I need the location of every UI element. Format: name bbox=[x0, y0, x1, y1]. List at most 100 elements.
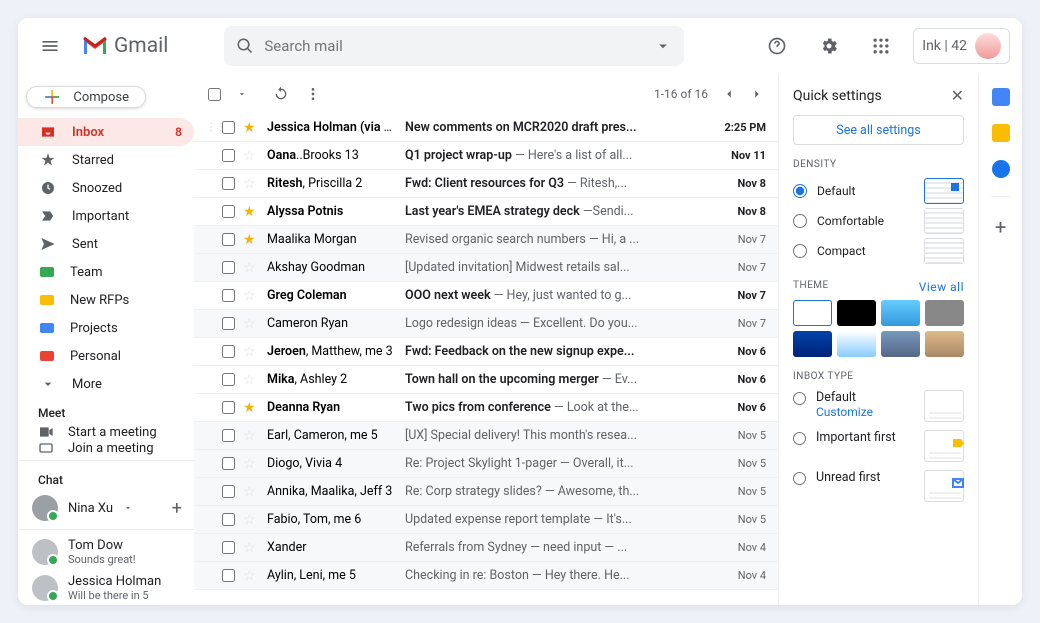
select-checkbox[interactable] bbox=[222, 121, 235, 134]
theme-swatch[interactable] bbox=[837, 300, 876, 326]
sidebar-item-personal[interactable]: Personal bbox=[18, 342, 194, 370]
chevron-down-icon[interactable] bbox=[654, 37, 672, 55]
theme-swatch[interactable] bbox=[881, 331, 920, 357]
star-icon[interactable]: ☆ bbox=[243, 260, 259, 276]
sidebar-item-sent[interactable]: Sent bbox=[18, 230, 194, 258]
inbox-type-option[interactable]: DefaultCustomize bbox=[793, 390, 964, 422]
radio[interactable] bbox=[793, 214, 807, 228]
chat-self[interactable]: Nina Xu + bbox=[18, 491, 194, 525]
sidebar-item-important[interactable]: Important bbox=[18, 202, 194, 230]
join-meeting[interactable]: Join a meeting bbox=[18, 440, 194, 456]
settings-gear-icon[interactable] bbox=[809, 26, 849, 66]
select-checkbox[interactable] bbox=[222, 429, 235, 442]
select-checkbox[interactable] bbox=[222, 345, 235, 358]
inbox-type-option[interactable]: Important first bbox=[793, 430, 964, 462]
add-addon-icon[interactable]: + bbox=[995, 215, 1006, 239]
chevron-down-icon[interactable] bbox=[123, 503, 133, 513]
theme-swatch[interactable] bbox=[793, 300, 832, 326]
theme-swatch[interactable] bbox=[793, 331, 832, 357]
select-checkbox[interactable] bbox=[222, 177, 235, 190]
theme-view-all[interactable]: View all bbox=[919, 280, 964, 294]
star-icon[interactable]: ☆ bbox=[243, 372, 259, 388]
select-checkbox[interactable] bbox=[222, 513, 235, 526]
star-icon[interactable]: ★ bbox=[243, 400, 259, 416]
chevron-left-icon[interactable] bbox=[722, 87, 736, 101]
search-input[interactable] bbox=[264, 37, 654, 55]
select-checkbox[interactable] bbox=[222, 485, 235, 498]
star-icon[interactable]: ☆ bbox=[243, 176, 259, 192]
main-menu-icon[interactable] bbox=[30, 26, 70, 66]
star-icon[interactable]: ★ bbox=[243, 204, 259, 220]
sidebar-item-projects[interactable]: Projects bbox=[18, 314, 194, 342]
radio[interactable] bbox=[793, 184, 807, 198]
search-bar[interactable] bbox=[224, 26, 684, 66]
message-row[interactable]: ★Maalika MorganRevised organic search nu… bbox=[194, 226, 778, 254]
sidebar-item-team[interactable]: Team bbox=[18, 258, 194, 286]
close-icon[interactable]: ✕ bbox=[951, 86, 964, 105]
sidebar-item-more[interactable]: More bbox=[18, 370, 194, 398]
select-checkbox[interactable] bbox=[222, 541, 235, 554]
message-row[interactable]: ★Deanna RyanTwo pics from conference — L… bbox=[194, 394, 778, 422]
star-icon[interactable]: ☆ bbox=[243, 568, 259, 584]
select-checkbox[interactable] bbox=[222, 289, 235, 302]
message-row[interactable]: ☆Oana..Brooks 13Q1 project wrap-up — Her… bbox=[194, 142, 778, 170]
star-icon[interactable]: ☆ bbox=[243, 456, 259, 472]
star-icon[interactable]: ☆ bbox=[243, 512, 259, 528]
radio[interactable] bbox=[793, 472, 806, 485]
message-row[interactable]: ☆Aylin, Leni, me 5Checking in re: Boston… bbox=[194, 562, 778, 590]
message-row[interactable]: ☆XanderReferrals from Sydney — need inpu… bbox=[194, 534, 778, 562]
message-row[interactable]: ☆Greg ColemanOOO next week — Hey, just w… bbox=[194, 282, 778, 310]
select-checkbox[interactable] bbox=[222, 457, 235, 470]
theme-swatch[interactable] bbox=[925, 300, 964, 326]
sidebar-item-snoozed[interactable]: Snoozed bbox=[18, 174, 194, 202]
message-row[interactable]: ☆Jeroen, Matthew, me 3Fwd: Feedback on t… bbox=[194, 338, 778, 366]
account-chip[interactable]: Ink | 42 bbox=[913, 28, 1010, 64]
start-meeting[interactable]: Start a meeting bbox=[18, 424, 194, 440]
star-icon[interactable]: ☆ bbox=[243, 316, 259, 332]
refresh-icon[interactable] bbox=[273, 86, 289, 102]
customize-link[interactable]: Customize bbox=[816, 405, 873, 419]
radio[interactable] bbox=[793, 244, 807, 258]
density-option-default[interactable]: Default bbox=[793, 176, 964, 206]
message-row[interactable]: ☆Diogo, Vivia 4Re: Project Skylight 1-pa… bbox=[194, 450, 778, 478]
drag-handle-icon[interactable]: ⋮⋮ bbox=[206, 122, 214, 133]
star-icon[interactable]: ☆ bbox=[243, 148, 259, 164]
calendar-addon-icon[interactable] bbox=[992, 88, 1010, 106]
sidebar-item-starred[interactable]: Starred bbox=[18, 146, 194, 174]
select-checkbox[interactable] bbox=[222, 373, 235, 386]
chevron-down-icon[interactable] bbox=[237, 89, 247, 99]
inbox-type-option[interactable]: Unread first bbox=[793, 470, 964, 502]
tasks-addon-icon[interactable] bbox=[992, 160, 1010, 178]
density-option-comfortable[interactable]: Comfortable bbox=[793, 206, 964, 236]
message-row[interactable]: ☆Cameron RyanLogo redesign ideas — Excel… bbox=[194, 310, 778, 338]
keep-addon-icon[interactable] bbox=[992, 124, 1010, 142]
sidebar-item-new-rfps[interactable]: New RFPs bbox=[18, 286, 194, 314]
select-checkbox[interactable] bbox=[222, 205, 235, 218]
select-checkbox[interactable] bbox=[222, 317, 235, 330]
star-icon[interactable]: ☆ bbox=[243, 540, 259, 556]
theme-swatch[interactable] bbox=[881, 300, 920, 326]
gmail-logo[interactable]: Gmail bbox=[82, 34, 168, 58]
sidebar-item-inbox[interactable]: Inbox8 bbox=[18, 118, 194, 146]
more-vert-icon[interactable] bbox=[305, 86, 321, 102]
message-row[interactable]: ⋮⋮★Jessica Holman (via Goog...New commen… bbox=[194, 114, 778, 142]
compose-button[interactable]: Compose bbox=[26, 86, 146, 108]
message-row[interactable]: ☆Mika, Ashley 2Town hall on the upcoming… bbox=[194, 366, 778, 394]
message-row[interactable]: ☆Annika, Maalika, Jeff 3Re: Corp strateg… bbox=[194, 478, 778, 506]
theme-swatch[interactable] bbox=[837, 331, 876, 357]
chat-row[interactable]: Tom DowSounds great! bbox=[18, 534, 194, 570]
star-icon[interactable]: ☆ bbox=[243, 344, 259, 360]
message-row[interactable]: ☆Earl, Cameron, me 5[UX] Special deliver… bbox=[194, 422, 778, 450]
star-icon[interactable]: ☆ bbox=[243, 484, 259, 500]
radio[interactable] bbox=[793, 432, 806, 445]
chevron-right-icon[interactable] bbox=[750, 87, 764, 101]
apps-grid-icon[interactable] bbox=[861, 26, 901, 66]
select-checkbox[interactable] bbox=[222, 401, 235, 414]
density-option-compact[interactable]: Compact bbox=[793, 236, 964, 266]
star-icon[interactable]: ★ bbox=[243, 120, 259, 136]
star-icon[interactable]: ☆ bbox=[243, 428, 259, 444]
chat-row[interactable]: Jessica HolmanWill be there in 5 bbox=[18, 570, 194, 605]
see-all-settings-button[interactable]: See all settings bbox=[793, 115, 964, 145]
radio[interactable] bbox=[793, 392, 806, 405]
message-row[interactable]: ☆Ritesh, Priscilla 2Fwd: Client resource… bbox=[194, 170, 778, 198]
